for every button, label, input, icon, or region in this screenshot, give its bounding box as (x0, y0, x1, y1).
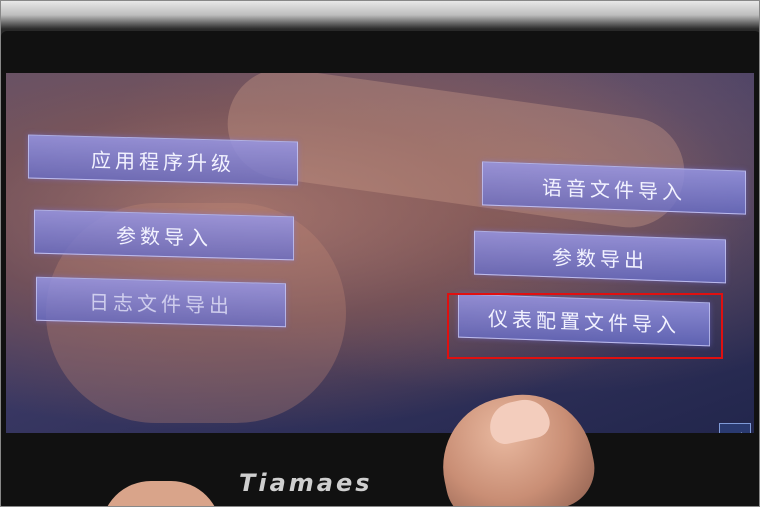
log-export-button[interactable]: 日志文件导出 (36, 276, 286, 328)
app-upgrade-button[interactable]: 应用程序升级 (28, 134, 298, 186)
photo-frame: 应用程序升级 参数导入 日志文件导出 语音文件导入 参数导出 仪表配置文件导入 … (0, 0, 760, 507)
brand-logo: Tiamaes (239, 469, 373, 497)
voice-file-import-button[interactable]: 语音文件导入 (482, 161, 746, 215)
device-screen: 应用程序升级 参数导入 日志文件导出 语音文件导入 参数导出 仪表配置文件导入 … (6, 73, 754, 433)
param-export-button[interactable]: 参数导出 (474, 230, 726, 284)
highlight-box (447, 293, 723, 359)
back-arrow-icon[interactable]: ◀ (719, 423, 751, 433)
param-import-button[interactable]: 参数导入 (34, 209, 294, 261)
